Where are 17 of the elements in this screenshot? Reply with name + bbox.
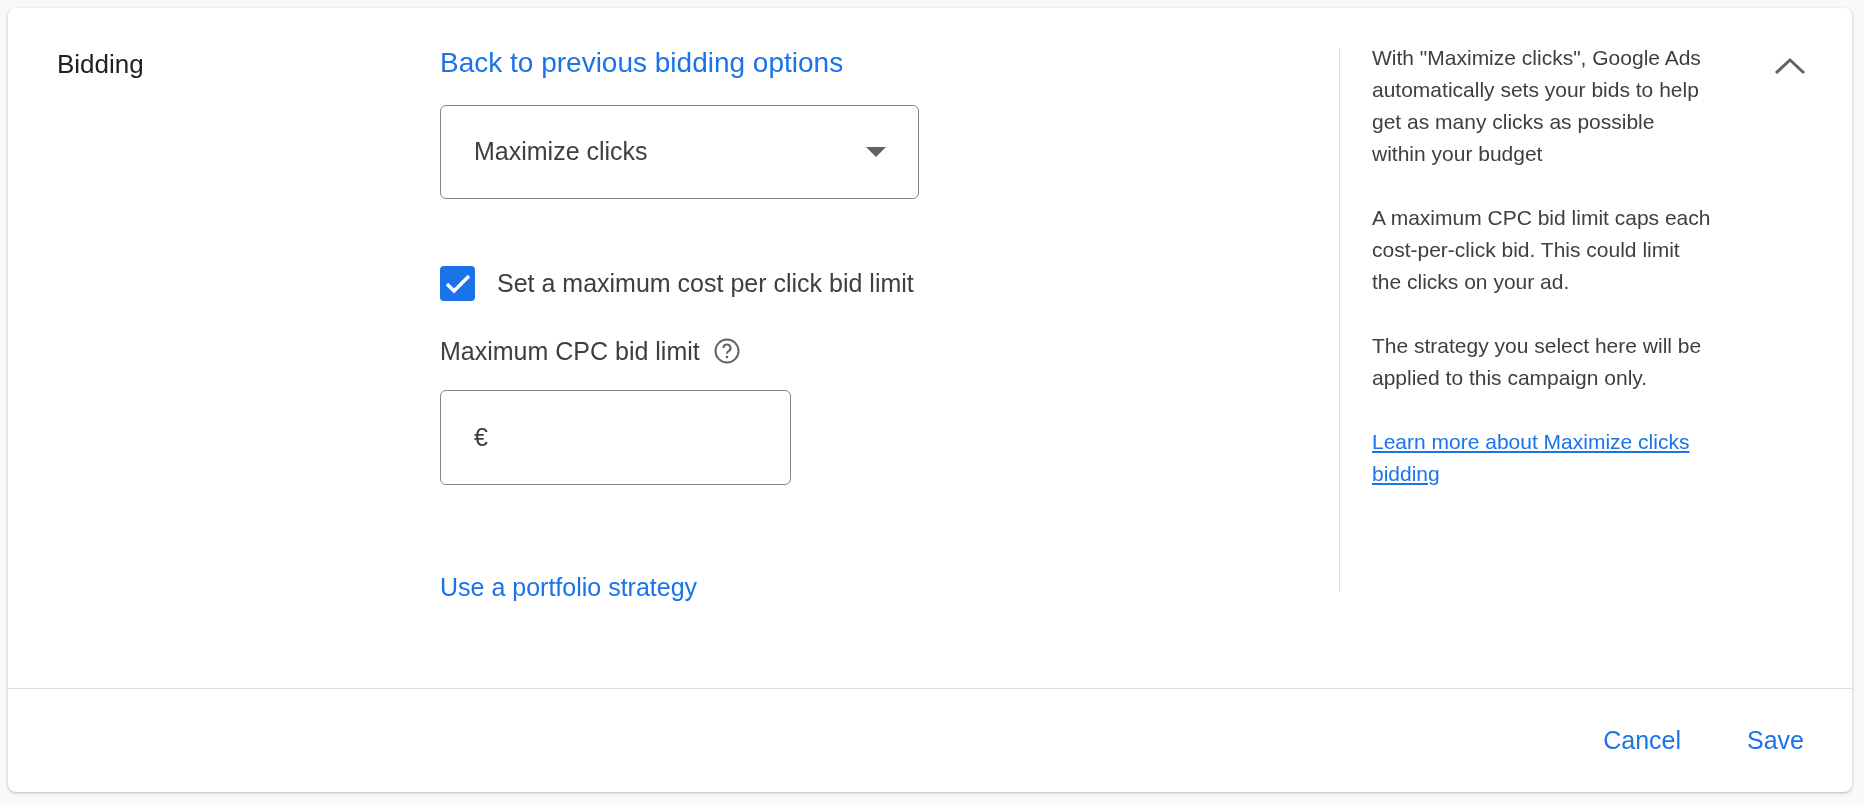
bid-limit-field[interactable]: € <box>440 390 791 485</box>
help-paragraph: A maximum CPC bid limit caps each cost-per-click bid. This could limit the clicks on your ad. <box>1372 205 1712 295</box>
section-title: Bidding <box>57 48 144 80</box>
save-button[interactable]: Save <box>1747 721 1804 760</box>
caret-icon <box>866 147 886 157</box>
checkbox[interactable] <box>440 266 475 302</box>
learn-more-link[interactable]: Learn more about Maximize clicks bidding <box>1372 426 1712 490</box>
checkbox-label: Set a maximum cost per click bid limit <box>497 268 914 299</box>
cancel-button[interactable]: Cancel <box>1603 721 1681 760</box>
help-icon[interactable] <box>713 338 740 365</box>
portfolio-link[interactable]: Use a portfolio strategy <box>440 569 698 607</box>
help-paragraph: The strategy you select here will be applied to this campaign only. <box>1372 333 1703 391</box>
currency-prefix: € <box>474 421 488 453</box>
field-label: Maximum CPC bid limit <box>440 335 700 367</box>
strategy-dropdown[interactable]: Maximize clicks <box>440 105 919 199</box>
back-link[interactable]: Back to previous bidding options <box>440 46 844 80</box>
help-paragraph: With "Maximize clicks", Google Ads automatically sets your bids to help get as many clicks as possible within your budget <box>1372 45 1702 167</box>
